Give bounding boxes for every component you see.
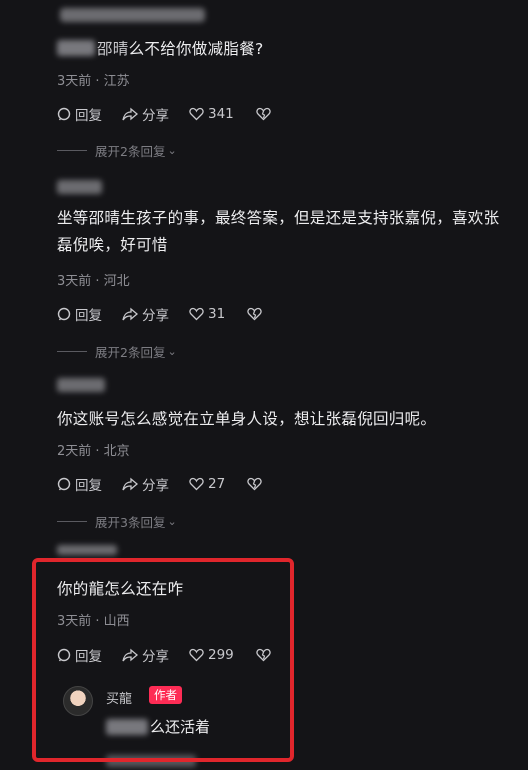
expand-label: 展开3条回复 <box>95 515 166 530</box>
reply-button[interactable]: 回复 <box>57 474 102 494</box>
reply-icon <box>57 307 71 321</box>
share-label: 分享 <box>142 108 169 124</box>
expand-label: 展开2条回复 <box>95 345 166 360</box>
like-button[interactable]: 31 <box>189 306 225 322</box>
reply-label: 回复 <box>75 308 102 324</box>
share-button[interactable]: 分享 <box>122 304 169 324</box>
heart-icon <box>189 107 204 121</box>
divider <box>57 351 87 352</box>
blurred-username <box>57 180 102 194</box>
comment-2-meta: 3天前 · 河北 <box>57 274 130 289</box>
comment-1-actions: 回复 分享 341 <box>57 104 510 124</box>
share-button[interactable]: 分享 <box>122 104 169 124</box>
comment-1-text: 么不给你做减脂餐? <box>128 40 264 58</box>
comment-3-actions: 回复 分享 27 <box>57 474 510 494</box>
expand-label: 展开2条回复 <box>95 144 166 159</box>
heart-icon <box>189 307 204 321</box>
share-icon <box>122 477 138 491</box>
reply-label: 回复 <box>75 108 102 124</box>
divider <box>57 521 87 522</box>
share-label: 分享 <box>142 478 169 494</box>
share-button[interactable]: 分享 <box>122 474 169 494</box>
blurred-username <box>57 378 105 392</box>
comment-2-actions: 回复 分享 31 <box>57 304 510 324</box>
heart-icon <box>189 477 204 491</box>
comment-2-text: 坐等邵晴生孩子的事，最终答案，但是还是支持张嘉倪，喜欢张磊倪唉，好可惜 <box>57 209 500 254</box>
reply-button[interactable]: 回复 <box>57 304 102 324</box>
expand-replies-button[interactable]: 展开2条回复 ⌄ <box>57 342 177 361</box>
expand-replies-button[interactable]: 展开3条回复 ⌄ <box>57 512 177 531</box>
dislike-icon[interactable] <box>247 307 262 321</box>
reply-label: 回复 <box>75 478 102 494</box>
share-label: 分享 <box>142 308 169 324</box>
blurred-header <box>60 8 205 22</box>
like-count: 341 <box>208 106 234 122</box>
comment-1-name-hint: 邵晴 <box>97 40 129 58</box>
reply-button[interactable]: 回复 <box>57 104 102 124</box>
comment-1-meta: 3天前 · 江苏 <box>57 74 130 89</box>
highlight-box <box>32 558 294 762</box>
like-button[interactable]: 27 <box>189 476 225 492</box>
share-icon <box>122 107 138 121</box>
blurred-username <box>57 545 117 555</box>
expand-replies-button[interactable]: 展开2条回复 ⌄ <box>57 141 177 160</box>
share-icon <box>122 307 138 321</box>
comment-1: 邵晴么不给你做减脂餐? <box>57 36 510 63</box>
reply-icon <box>57 107 71 121</box>
like-button[interactable]: 341 <box>189 106 234 122</box>
dislike-icon[interactable] <box>247 477 262 491</box>
chevron-down-icon: ⌄ <box>167 515 177 528</box>
dislike-icon[interactable] <box>256 107 271 121</box>
like-count: 31 <box>208 306 226 322</box>
reply-icon <box>57 477 71 491</box>
comment-3-meta: 2天前 · 北京 <box>57 444 130 459</box>
chevron-down-icon: ⌄ <box>167 144 177 157</box>
chevron-down-icon: ⌄ <box>167 345 177 358</box>
comment-3-text: 你这账号怎么感觉在立单身人设，想让张磊倪回归呢。 <box>57 410 437 428</box>
like-count: 27 <box>208 476 226 492</box>
divider <box>57 150 87 151</box>
